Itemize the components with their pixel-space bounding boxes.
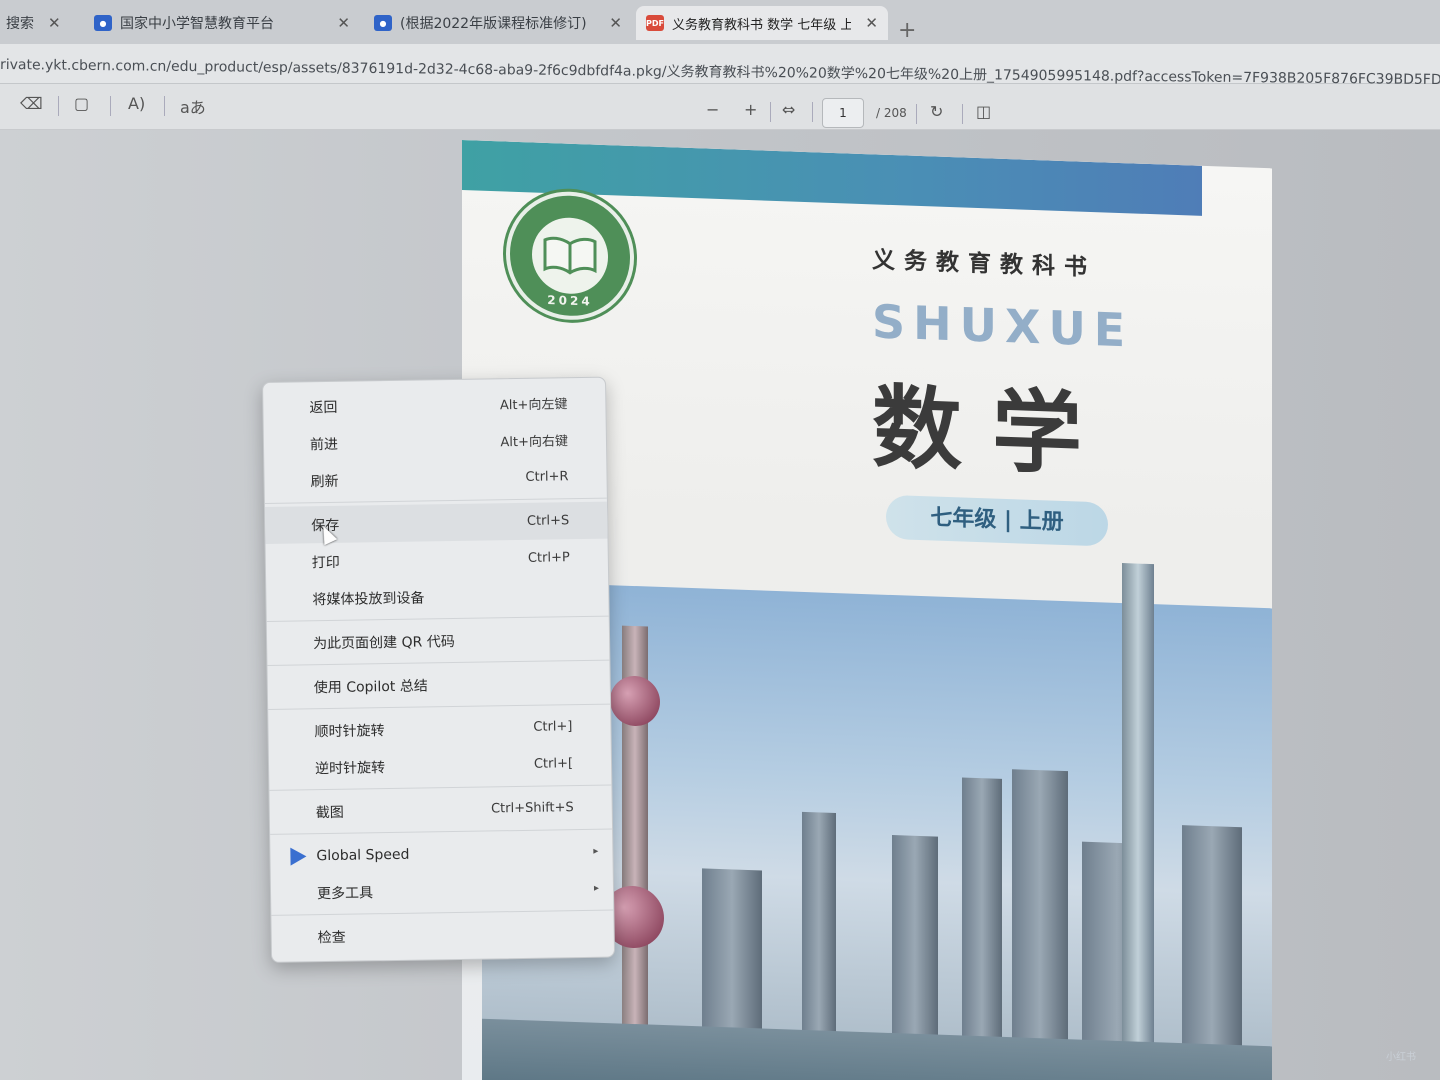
subject-pinyin: SHUXUE <box>872 294 1134 358</box>
context-menu: 返回 Alt+向左键 前进 Alt+向右键 刷新 Ctrl+R 保存 Ctrl+… <box>262 376 616 963</box>
menu-item-shortcut: Ctrl+[ <box>533 756 574 772</box>
building <box>892 835 938 1037</box>
menu-item-cast[interactable]: 将媒体投放到设备 <box>266 576 609 618</box>
two-page-view-icon[interactable]: ◫ <box>976 102 991 121</box>
shanghai-tower <box>1122 563 1154 1045</box>
submenu-arrow-icon: ▸ <box>593 882 600 894</box>
new-tab-plus-icon[interactable]: + <box>898 18 916 43</box>
translate-icon[interactable]: aあ <box>180 94 206 118</box>
toolbar-divider <box>110 96 111 116</box>
address-bar[interactable]: rivate.ykt.cbern.com.cn/edu_product/esp/… <box>0 44 1440 89</box>
building <box>962 777 1002 1039</box>
subject-title: 数学 <box>872 375 1112 489</box>
tab-curriculum[interactable]: ● (根据2022年版课程标准修订) ✕ <box>364 6 632 40</box>
menu-item-rotate-clockwise[interactable]: 顺时针旋转 Ctrl+] <box>268 708 611 750</box>
rotate-icon[interactable]: ↻ <box>930 102 943 121</box>
close-icon[interactable]: ✕ <box>609 14 622 32</box>
site-favicon-icon: ● <box>374 15 392 31</box>
menu-item-label: Global Speed <box>316 846 410 864</box>
seal-year: 2024 <box>547 292 593 309</box>
menu-item-label: 逆时针旋转 <box>314 759 386 777</box>
toolbar-divider <box>770 102 771 122</box>
zoom-in-button[interactable]: + <box>744 100 757 119</box>
menu-item-label: 返回 <box>309 399 338 416</box>
menu-item-label: 截图 <box>315 804 344 821</box>
menu-item-label: 更多工具 <box>316 884 374 902</box>
close-icon[interactable]: ✕ <box>865 14 878 32</box>
menu-item-shortcut: Ctrl+P <box>527 550 570 566</box>
menu-item-refresh[interactable]: 刷新 Ctrl+R <box>264 458 607 500</box>
menu-item-label: 检查 <box>317 929 346 946</box>
tab-strip: 搜索 ✕ ● 国家中小学智慧教育平台 ✕ ● (根据2022年版课程标准修订) … <box>0 0 1440 44</box>
tab-search[interactable]: 搜索 ✕ <box>0 6 80 40</box>
menu-item-qr-code[interactable]: 为此页面创建 QR 代码 <box>267 620 610 662</box>
tab-math-pdf[interactable]: PDF 义务教育教科书 数学 七年级 上册 ✕ <box>636 6 888 40</box>
menu-item-label: 使用 Copilot 总结 <box>313 677 428 696</box>
close-icon[interactable]: ✕ <box>337 14 350 32</box>
menu-item-shortcut: Alt+向右键 <box>500 434 569 451</box>
page-total: / 208 <box>876 106 907 120</box>
menu-item-label: 打印 <box>311 554 340 571</box>
tab-title: 国家中小学智慧教育平台 <box>120 16 274 32</box>
text-box-icon[interactable]: ▢ <box>74 94 89 113</box>
tab-title: 义务教育教科书 数学 七年级 上册 <box>672 17 852 33</box>
menu-item-back[interactable]: 返回 Alt+向左键 <box>263 384 606 426</box>
tower-sphere <box>610 675 660 727</box>
open-book-icon <box>532 216 608 296</box>
pdf-toolbar: ⌫ ▢ A) aあ − + ⇔ 1 / 208 ↻ ◫ <box>0 84 1440 130</box>
building <box>702 868 762 1031</box>
zoom-out-button[interactable]: − <box>706 100 719 119</box>
menu-item-more-tools[interactable]: 更多工具 ▸ <box>271 870 614 912</box>
toolbar-divider <box>164 96 165 116</box>
toolbar-divider <box>916 104 917 124</box>
menu-item-copilot-summary[interactable]: 使用 Copilot 总结 <box>268 664 611 706</box>
menu-item-rotate-counterclockwise[interactable]: 逆时针旋转 Ctrl+[ <box>269 745 612 787</box>
approval-seal: 2024 <box>506 189 634 323</box>
tab-title: 搜索 <box>6 16 34 32</box>
menu-item-print[interactable]: 打印 Ctrl+P <box>266 539 609 581</box>
toolbar-divider <box>812 102 813 122</box>
menu-item-label: 保存 <box>311 517 340 534</box>
building <box>1012 769 1068 1042</box>
menu-item-shortcut: Ctrl+] <box>533 719 573 735</box>
menu-item-label: 顺时针旋转 <box>314 722 385 740</box>
menu-item-global-speed[interactable]: Global Speed ▸ <box>270 833 613 875</box>
menu-item-label: 将媒体投放到设备 <box>312 589 425 608</box>
watermark: 小红书 <box>1386 1052 1416 1063</box>
building <box>802 811 836 1034</box>
menu-item-shortcut: Ctrl+R <box>525 469 569 485</box>
tab-title: (根据2022年版课程标准修订) <box>400 16 587 32</box>
eraser-icon[interactable]: ⌫ <box>20 94 43 113</box>
close-icon[interactable]: ✕ <box>48 14 61 32</box>
grade-badge: 七年级 | 上册 <box>886 494 1108 547</box>
toolbar-divider <box>58 96 59 116</box>
building <box>1182 825 1242 1048</box>
menu-item-label: 前进 <box>309 436 339 453</box>
tab-smart-edu[interactable]: ● 国家中小学智慧教育平台 ✕ <box>84 6 360 40</box>
menu-item-label: 为此页面创建 QR 代码 <box>312 633 455 652</box>
menu-item-shortcut: Ctrl+S <box>526 513 570 529</box>
fit-page-icon[interactable]: ⇔ <box>782 100 795 119</box>
play-triangle-icon <box>290 847 307 866</box>
read-aloud-icon[interactable]: A) <box>128 94 145 113</box>
submenu-arrow-icon: ▸ <box>593 845 599 857</box>
page-number-input[interactable]: 1 <box>822 98 864 128</box>
menu-item-label: 刷新 <box>310 473 339 490</box>
menu-item-shortcut: Alt+向左键 <box>499 397 568 414</box>
pdf-icon: PDF <box>646 15 664 31</box>
series-title: 义务教育教科书 <box>872 247 1096 282</box>
toolbar-divider <box>962 104 963 124</box>
menu-item-shortcut: Ctrl+Shift+S <box>490 800 574 817</box>
menu-item-screenshot[interactable]: 截图 Ctrl+Shift+S <box>269 789 612 831</box>
menu-item-forward[interactable]: 前进 Alt+向右键 <box>264 421 607 463</box>
menu-item-save[interactable]: 保存 Ctrl+S <box>264 501 608 544</box>
menu-item-inspect[interactable]: 检查 <box>271 914 614 956</box>
site-favicon-icon: ● <box>94 15 112 31</box>
